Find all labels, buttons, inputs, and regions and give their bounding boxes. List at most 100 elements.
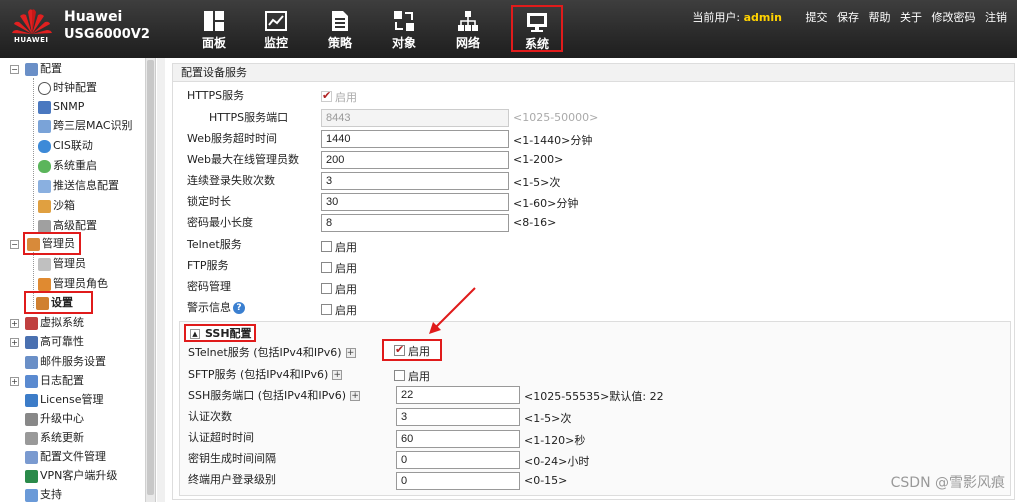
nav-system[interactable]: 系统	[511, 5, 563, 52]
about-link[interactable]: 关于	[900, 11, 922, 24]
change-password-link[interactable]: 修改密码	[932, 11, 976, 24]
scrollbar-thumb[interactable]	[147, 60, 154, 495]
expand-icon[interactable]: +	[10, 376, 19, 386]
nav-object[interactable]: 对象	[378, 6, 430, 52]
sidebar-item-snmp[interactable]: SNMP	[38, 97, 84, 116]
auth-count-input[interactable]: 3	[396, 408, 520, 426]
sidebar-item-admin-role[interactable]: 管理员角色	[38, 274, 108, 293]
key-interval-label: 密钥生成时间间隔	[188, 452, 276, 465]
password-mgmt-label: 密码管理	[187, 280, 231, 293]
ha-icon	[25, 335, 38, 349]
login-fail-input[interactable]: 3	[321, 172, 509, 190]
sidebar-item-push[interactable]: 推送信息配置	[38, 176, 119, 195]
login-fail-hint: <1-5>次	[513, 176, 561, 189]
lock-duration-input[interactable]: 30	[321, 193, 509, 211]
https-enable-label: 启用	[335, 91, 357, 104]
current-user-label: 当前用户:	[692, 11, 741, 24]
product-model: USG6000V2	[64, 27, 150, 42]
sidebar-item-vsys[interactable]: + 虚拟系统	[10, 313, 84, 332]
nav-policy[interactable]: 策略	[314, 6, 366, 52]
auth-timeout-input[interactable]: 60	[396, 430, 520, 448]
config-file-icon	[25, 450, 38, 464]
sidebar-item-config[interactable]: − 配置	[10, 59, 62, 78]
sidebar-item-label: 升级中心	[40, 412, 84, 425]
sidebar-item-sandbox[interactable]: 沙箱	[38, 196, 75, 215]
stelnet-text: STelnet服务 (包括IPv4和IPv6)	[188, 346, 342, 359]
sidebar-item-vpn-client[interactable]: VPN客户端升级	[25, 466, 117, 485]
ssh-section-header[interactable]: ▲ SSH配置	[184, 324, 256, 342]
sidebar-item-admin[interactable]: − 管理员	[10, 232, 81, 255]
password-mgmt-checkbox[interactable]	[321, 283, 332, 294]
huawei-logo-icon	[12, 9, 52, 35]
collapse-icon[interactable]: −	[10, 239, 19, 249]
collapse-icon[interactable]: −	[10, 64, 19, 74]
expand-plus-icon[interactable]: +	[345, 348, 356, 358]
sidebar-item-ha[interactable]: + 高可靠性	[10, 332, 84, 351]
warning-info-checkbox[interactable]	[321, 304, 332, 315]
login-level-label: 终端用户登录级别	[188, 473, 276, 486]
mac-identify-icon	[38, 119, 51, 133]
auth-count-label: 认证次数	[188, 410, 232, 423]
vpn-icon	[25, 469, 38, 483]
sidebar-item-update[interactable]: 系统更新	[25, 428, 84, 447]
sidebar-item-license[interactable]: License管理	[25, 390, 103, 409]
annotation-arrow-icon	[429, 287, 476, 334]
sidebar-item-restart[interactable]: 系统重启	[38, 156, 97, 175]
expand-plus-icon[interactable]: +	[350, 391, 361, 401]
telnet-checkbox[interactable]	[321, 241, 332, 252]
password-min-input[interactable]: 8	[321, 214, 509, 232]
key-interval-input[interactable]: 0	[396, 451, 520, 469]
sidebar-item-upgrade[interactable]: 升级中心	[25, 409, 84, 428]
sidebar-item-cis[interactable]: CIS联动	[38, 136, 93, 155]
https-port-input[interactable]: 8443	[321, 109, 509, 127]
sidebar-item-mac[interactable]: 跨三层MAC识别	[38, 116, 133, 135]
nav-network[interactable]: 网络	[442, 6, 494, 52]
warning-info-enable-label: 启用	[335, 304, 357, 317]
sftp-enable-label: 启用	[408, 370, 430, 383]
telnet-label: Telnet服务	[187, 238, 242, 251]
sidebar-item-support[interactable]: 支持	[25, 485, 62, 502]
sidebar-item-label: 邮件服务设置	[40, 355, 106, 368]
nav-label: 对象	[391, 36, 416, 50]
sidebar-item-clock[interactable]: 时钟配置	[38, 78, 97, 97]
key-interval-hint: <0-24>小时	[524, 455, 590, 468]
collapse-triangle-icon[interactable]: ▲	[190, 329, 200, 339]
sidebar-item-label: 日志配置	[40, 374, 84, 387]
expand-plus-icon[interactable]: +	[332, 370, 343, 380]
expand-icon[interactable]: +	[10, 318, 19, 328]
nav-monitor[interactable]: 监控	[250, 6, 302, 52]
shield-icon	[38, 139, 51, 153]
logout-link[interactable]: 注销	[985, 11, 1007, 24]
help-link[interactable]: 帮助	[869, 11, 891, 24]
https-service-checkbox[interactable]	[321, 89, 332, 102]
system-update-icon	[25, 431, 38, 445]
sidebar-item-advanced[interactable]: 高级配置	[38, 216, 97, 235]
sidebar-item-admin-list[interactable]: 管理员	[38, 254, 86, 273]
splitter[interactable]	[157, 58, 165, 502]
sidebar-item-config-file[interactable]: 配置文件管理	[25, 447, 106, 466]
log-icon	[25, 374, 38, 388]
advanced-config-icon	[38, 219, 51, 233]
sidebar-item-label: 管理员	[53, 257, 86, 270]
https-port-hint: <1025-50000>	[513, 111, 599, 124]
expand-icon[interactable]: +	[10, 337, 19, 347]
login-level-input[interactable]: 0	[396, 472, 520, 490]
sidebar-item-mail[interactable]: 邮件服务设置	[25, 352, 106, 371]
network-topology-icon	[458, 11, 478, 31]
sidebar-item-log[interactable]: + 日志配置	[10, 371, 84, 390]
sidebar-item-label: 支持	[40, 488, 62, 501]
object-icon	[394, 11, 414, 31]
sidebar-scrollbar[interactable]	[145, 58, 155, 502]
nav-dashboard[interactable]: 面板	[188, 6, 240, 52]
submit-link[interactable]: 提交	[806, 11, 828, 24]
sftp-checkbox[interactable]	[394, 370, 405, 381]
support-icon	[25, 488, 38, 502]
web-timeout-input[interactable]: 1440	[321, 130, 509, 148]
stelnet-checkbox[interactable]	[394, 343, 405, 356]
help-icon[interactable]: ?	[233, 302, 245, 314]
ftp-checkbox[interactable]	[321, 262, 332, 273]
sidebar-item-settings[interactable]: 设置	[24, 291, 93, 314]
web-max-admin-input[interactable]: 200	[321, 151, 509, 169]
ssh-port-input[interactable]: 22	[396, 386, 520, 404]
save-link[interactable]: 保存	[837, 11, 859, 24]
